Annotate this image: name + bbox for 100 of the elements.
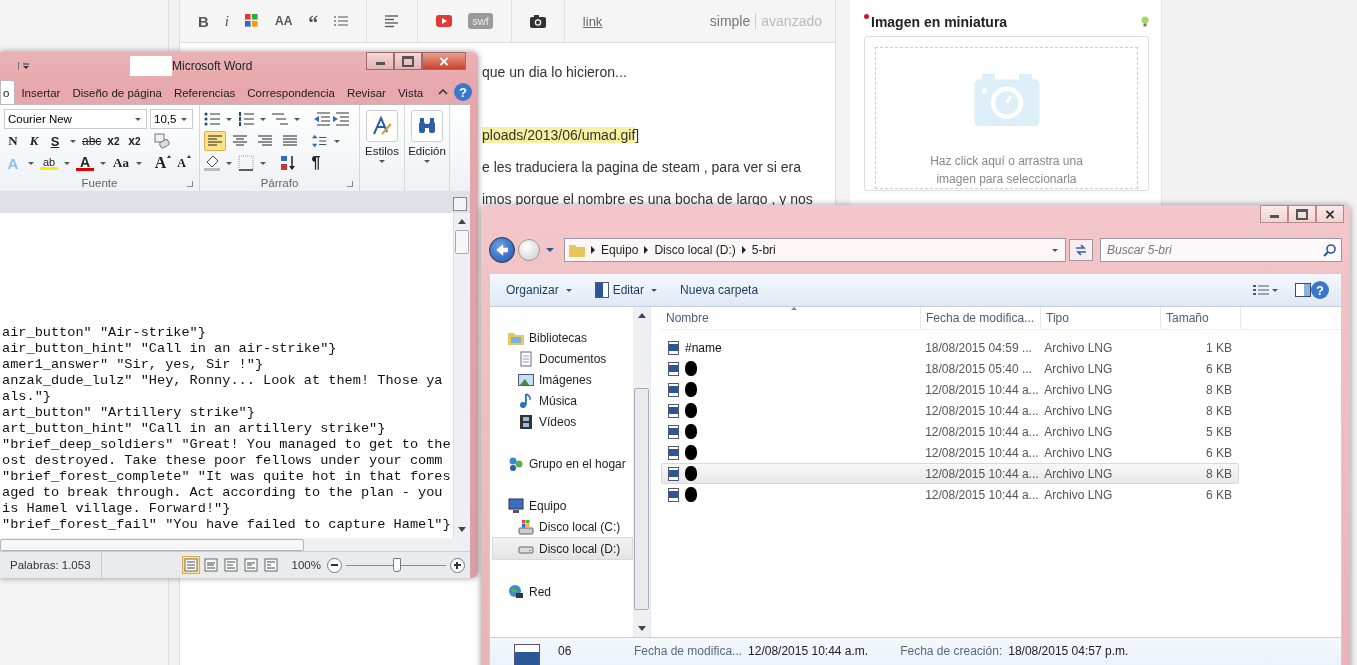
close-button[interactable] [422,52,466,70]
caret-icon[interactable] [28,161,34,165]
sort-icon[interactable] [280,155,296,171]
video-play-icon[interactable] [436,15,453,27]
menu-button[interactable]: Organizar [496,274,585,306]
help-button[interactable]: ? [1311,281,1329,299]
chevron-icon[interactable] [741,246,746,254]
nav-item[interactable]: Equipo [490,495,633,516]
caret-icon[interactable] [546,248,554,252]
view-button[interactable] [221,556,240,574]
caret-icon[interactable] [226,117,232,121]
ribbon-tab[interactable]: Referencias [167,80,242,104]
new-folder-button[interactable]: Nueva carpeta [670,274,769,306]
ribbon-tab[interactable]: Diseño de página [66,80,168,104]
view-button[interactable] [201,556,220,574]
file-row[interactable]: 12/08/2015 10:44 a... Archivo LNG 6 KB [661,484,1239,505]
ribbon-tab[interactable]: Correspondencia [241,80,341,104]
chevron-icon[interactable] [591,246,595,254]
caret-icon[interactable] [294,117,300,121]
file-row[interactable]: 12/08/2015 10:44 a... Archivo LNG 6 KB [661,442,1239,463]
ribbon-tab[interactable]: Insertar [15,80,67,104]
view-button[interactable] [181,556,200,574]
color-grid-icon[interactable] [245,14,259,28]
shrink-button[interactable]: A [175,153,193,173]
font-size-button[interactable]: AA [275,14,293,28]
link-button[interactable]: link [582,13,603,29]
increase-indent-icon[interactable] [333,111,349,127]
view-button[interactable] [241,556,260,574]
file-row[interactable]: 12/08/2015 10:44 a... Archivo LNG 8 KB [661,379,1239,400]
word-count[interactable]: Palabras: 1.053 [0,552,102,578]
maximize-button[interactable] [394,52,422,70]
numbering-icon[interactable] [238,111,254,127]
caret-icon[interactable] [334,139,340,143]
eraser-icon[interactable] [154,133,171,149]
column-header[interactable]: Fecha de modifica... [921,307,1041,329]
maximize-button[interactable] [1288,205,1316,223]
ribbon-tab[interactable]: Revisar [340,80,392,104]
dialog-launcher-icon[interactable] [187,181,193,187]
refresh-button[interactable] [1069,239,1093,261]
font-size-field[interactable]: 10,5 [150,109,193,129]
ribbon-tab[interactable]: o [0,80,16,104]
ribbon-tab[interactable]: Vista [391,80,430,104]
underline-button[interactable]: S [46,131,64,151]
customize-toolbar-icon[interactable] [18,62,30,70]
list-icon[interactable] [334,14,349,28]
caret-icon[interactable] [100,161,106,165]
vertical-scrollbar[interactable] [453,213,470,538]
nav-item[interactable]: Grupo en el hogar [490,453,633,474]
view-options-icon[interactable] [1253,282,1269,298]
multilevel-list-icon[interactable] [272,111,288,127]
nav-item[interactable]: Red [490,581,633,602]
back-button[interactable] [489,237,515,263]
vertical-scrollbar[interactable] [633,307,650,637]
decrease-indent-icon[interactable] [314,111,330,127]
nav-item[interactable]: Vídeos [490,411,633,432]
zoom-level[interactable]: 100% [291,559,321,571]
zoom-slider-thumb[interactable] [393,557,401,572]
view-button[interactable] [261,556,280,574]
breadcrumb[interactable]: Equipo [601,243,639,257]
file-row[interactable]: 12/08/2015 10:44 a... Archivo LNG 8 KB [661,463,1239,484]
caret-icon[interactable] [260,161,266,165]
nav-item[interactable]: Documentos [490,348,633,369]
bold-button[interactable]: B [198,12,209,30]
ruler-toggle-icon[interactable] [453,197,467,211]
caret-icon[interactable] [226,161,232,165]
nav-item[interactable]: Bibliotecas [490,327,633,348]
caret-icon[interactable] [64,161,70,165]
breadcrumb[interactable]: 5-bri [751,243,776,257]
chevron-icon[interactable] [644,246,649,254]
file-row[interactable]: 12/08/2015 10:44 a... Archivo LNG 5 KB [661,421,1239,442]
camera-icon[interactable] [529,14,546,28]
highlight-button[interactable]: ab [40,156,58,170]
minimize-button[interactable] [366,52,394,70]
dialog-launcher-icon[interactable] [347,181,353,187]
grow-button[interactable]: A [154,153,172,173]
nav-item[interactable]: Imágenes [490,369,633,390]
image-drop-zone[interactable]: Haz click aquí o arrastra una imagen para seleccionarla [875,47,1138,189]
breadcrumb[interactable]: Disco local (D:) [654,243,736,257]
nav-item[interactable]: Disco local (C:) [490,516,633,537]
column-header[interactable]: Nombre [661,307,921,329]
forward-button[interactable] [518,239,540,261]
bullets-icon[interactable] [204,111,220,127]
change-case-button[interactable]: Aa [112,153,130,173]
quote-button[interactable]: “ [308,13,319,29]
borders-icon[interactable] [238,155,254,171]
preview-pane-icon[interactable] [1295,282,1311,298]
minimize-button[interactable] [1260,205,1288,223]
paint-bucket-icon[interactable] [204,155,220,171]
zoom-out-button[interactable] [327,557,342,573]
collapse-ribbon-icon[interactable] [438,89,448,95]
caret-icon[interactable] [260,117,266,121]
align-left-icon[interactable] [385,14,400,28]
file-row[interactable]: #name 18/08/2015 04:59 ... Archivo LNG 1 KB [661,337,1239,358]
font-color-button[interactable]: A [76,155,94,171]
close-button[interactable] [1316,205,1344,223]
search-icon[interactable] [1323,243,1337,257]
column-header[interactable]: Tipo [1041,307,1161,329]
nav-item[interactable]: Disco local (D:) [492,537,633,560]
lightbulb-icon[interactable] [1141,16,1149,28]
file-row[interactable]: 18/08/2015 05:40 ... Archivo LNG 6 KB [661,358,1239,379]
